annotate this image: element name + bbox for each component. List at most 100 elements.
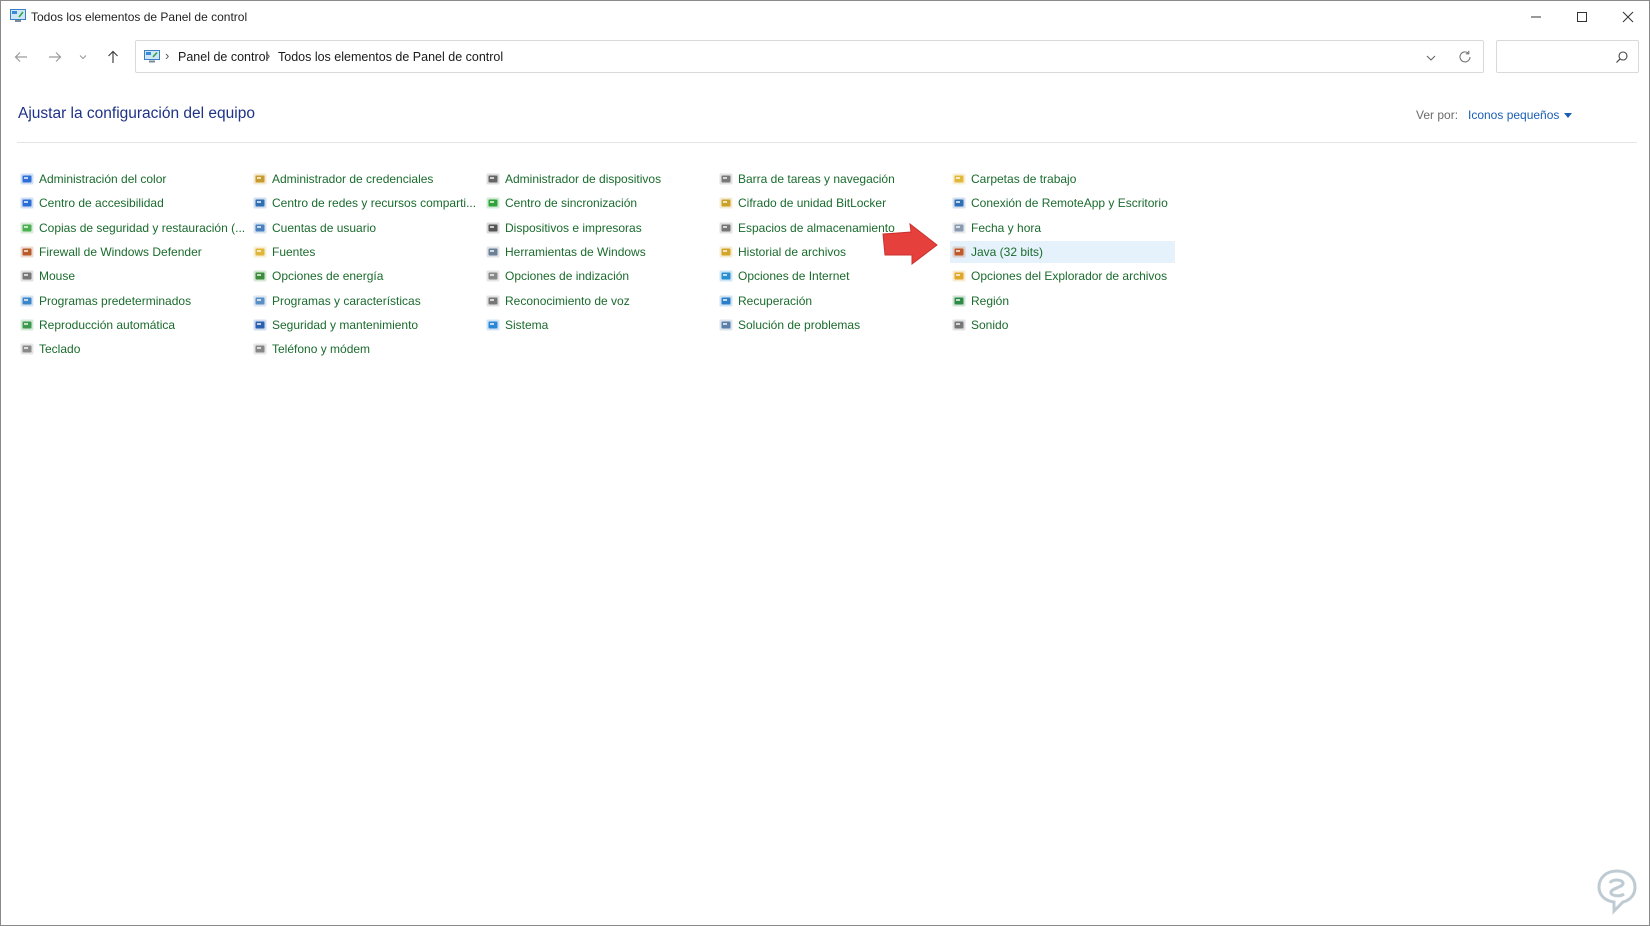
watermark-logo	[1597, 869, 1637, 915]
control-panel-item-label: Barra de tareas y navegación	[738, 172, 895, 186]
control-panel-item-label: Programas predeterminados	[39, 294, 192, 308]
view-by-dropdown[interactable]: Iconos pequeños	[1468, 108, 1573, 122]
windows-tools-icon	[485, 244, 501, 260]
control-panel-item-label: Opciones de indización	[505, 269, 630, 283]
breadcrumb-control-panel[interactable]: Panel de control	[178, 50, 268, 64]
breadcrumb-all-items[interactable]: Todos los elementos de Panel de control	[278, 50, 503, 64]
close-button[interactable]	[1605, 1, 1650, 32]
java-icon	[951, 244, 967, 260]
control-panel-item[interactable]: Programas y características	[251, 290, 421, 312]
control-panel-item[interactable]: Fuentes	[251, 241, 315, 263]
control-panel-item[interactable]: Dispositivos e impresoras	[484, 217, 642, 239]
control-panel-item[interactable]: Seguridad y mantenimiento	[251, 314, 418, 336]
control-panel-item[interactable]: Región	[950, 290, 1009, 312]
control-panel-item[interactable]: Reproducción automática	[18, 314, 175, 336]
control-panel-item[interactable]: Opciones del Explorador de archivos	[950, 265, 1167, 287]
back-button[interactable]	[9, 45, 33, 69]
security-maintenance-icon	[252, 317, 268, 333]
control-panel-item[interactable]: Conexión de RemoteApp y Escritorio	[950, 192, 1168, 214]
control-panel-item[interactable]: Administración del color	[18, 168, 166, 190]
control-panel-item-label: Opciones de energía	[272, 269, 384, 283]
control-panel-item[interactable]: Teléfono y módem	[251, 338, 370, 360]
chevron-down-icon[interactable]	[1423, 50, 1439, 66]
backup-restore-icon	[19, 220, 35, 236]
control-panel-item[interactable]: Solución de problemas	[717, 314, 860, 336]
minimize-button[interactable]	[1513, 1, 1559, 32]
chevron-down-icon	[79, 55, 87, 60]
control-panel-item[interactable]: Recuperación	[717, 290, 812, 312]
control-panel-item-label: Administración del color	[39, 172, 167, 186]
network-center-icon	[252, 195, 268, 211]
control-panel-item-label: Espacios de almacenamiento	[738, 221, 895, 235]
up-button[interactable]	[101, 45, 125, 69]
control-panel-item[interactable]: Centro de sincronización	[484, 192, 637, 214]
taskbar-icon	[718, 171, 734, 187]
control-panel-item-label: Historial de archivos	[738, 245, 847, 259]
control-panel-item[interactable]: Firewall de Windows Defender	[18, 241, 202, 263]
speech-recognition-icon	[485, 293, 501, 309]
control-panel-item[interactable]: Espacios de almacenamiento	[717, 217, 895, 239]
control-panel-item-label: Herramientas de Windows	[505, 245, 646, 259]
recent-locations-button[interactable]	[73, 45, 93, 69]
control-panel-item[interactable]: Barra de tareas y navegación	[717, 168, 895, 190]
control-panel-item-label: Centro de accesibilidad	[39, 196, 164, 210]
storage-spaces-icon	[718, 220, 734, 236]
maximize-button[interactable]	[1559, 1, 1605, 32]
control-panel-item[interactable]: Mouse	[18, 265, 75, 287]
control-panel-item[interactable]: Copias de seguridad y restauración (...	[18, 217, 245, 239]
control-panel-item[interactable]: Java (32 bits)	[950, 241, 1175, 263]
control-panel-item[interactable]: Administrador de dispositivos	[484, 168, 661, 190]
control-panel-item[interactable]: Reconocimiento de voz	[484, 290, 630, 312]
indexing-options-icon	[485, 268, 501, 284]
refresh-icon[interactable]	[1457, 49, 1473, 65]
dropdown-arrow-icon	[1564, 113, 1573, 118]
control-panel-item[interactable]: Administrador de credenciales	[251, 168, 433, 190]
fonts-icon	[252, 244, 268, 260]
default-programs-icon	[19, 293, 35, 309]
control-panel-item[interactable]: Fecha y hora	[950, 217, 1041, 239]
search-input[interactable]	[1496, 40, 1639, 73]
control-panel-item[interactable]: Programas predeterminados	[18, 290, 191, 312]
control-panel-item[interactable]: Cifrado de unidad BitLocker	[717, 192, 886, 214]
color-management-icon	[19, 171, 35, 187]
control-panel-item-label: Firewall de Windows Defender	[39, 245, 202, 259]
control-panel-item[interactable]: Opciones de indización	[484, 265, 629, 287]
address-bar[interactable]: › Panel de control › Todos los elementos…	[135, 40, 1484, 73]
page-title: Ajustar la configuración del equipo	[18, 105, 255, 122]
view-by-value: Iconos pequeños	[1468, 108, 1560, 122]
control-panel-item[interactable]: Teclado	[18, 338, 80, 360]
control-panel-item-label: Centro de redes y recursos comparti...	[272, 196, 477, 210]
title-bar: Todos los elementos de Panel de control	[1, 1, 1649, 32]
control-panel-item[interactable]: Opciones de Internet	[717, 265, 849, 287]
control-panel-item-label: Java (32 bits)	[971, 245, 1044, 259]
programs-features-icon	[252, 293, 268, 309]
control-panel-item-label: Sonido	[971, 318, 1009, 332]
control-panel-item[interactable]: Centro de accesibilidad	[18, 192, 164, 214]
system-icon	[485, 317, 501, 333]
arrow-up-icon	[108, 50, 118, 63]
control-panel-item-label: Copias de seguridad y restauración (...	[39, 221, 246, 235]
window-title: Todos los elementos de Panel de control	[31, 10, 248, 24]
control-panel-item[interactable]: Carpetas de trabajo	[950, 168, 1076, 190]
control-panel-item[interactable]: Centro de redes y recursos comparti...	[251, 192, 476, 214]
control-panel-item-label: Solución de problemas	[738, 318, 861, 332]
control-panel-item-label: Sistema	[505, 318, 549, 332]
control-panel-item[interactable]: Sonido	[950, 314, 1008, 336]
forward-button[interactable]	[43, 45, 67, 69]
sync-center-icon	[485, 195, 501, 211]
control-panel-item[interactable]: Historial de archivos	[717, 241, 846, 263]
power-options-icon	[252, 268, 268, 284]
control-panel-item-label: Mouse	[39, 269, 76, 283]
control-panel-item-label: Región	[971, 294, 1010, 308]
control-panel-item[interactable]: Herramientas de Windows	[484, 241, 646, 263]
control-panel-item[interactable]: Cuentas de usuario	[251, 217, 376, 239]
maximize-icon	[1577, 11, 1587, 22]
control-panel-item-label: Reproducción automática	[39, 318, 176, 332]
accessibility-icon	[19, 195, 35, 211]
control-panel-item-label: Opciones del Explorador de archivos	[971, 269, 1168, 283]
credential-manager-icon	[252, 171, 268, 187]
work-folders-icon	[951, 171, 967, 187]
control-panel-item[interactable]: Opciones de energía	[251, 265, 383, 287]
control-panel-item[interactable]: Sistema	[484, 314, 548, 336]
navigation-bar: › Panel de control › Todos los elementos…	[1, 37, 1649, 77]
